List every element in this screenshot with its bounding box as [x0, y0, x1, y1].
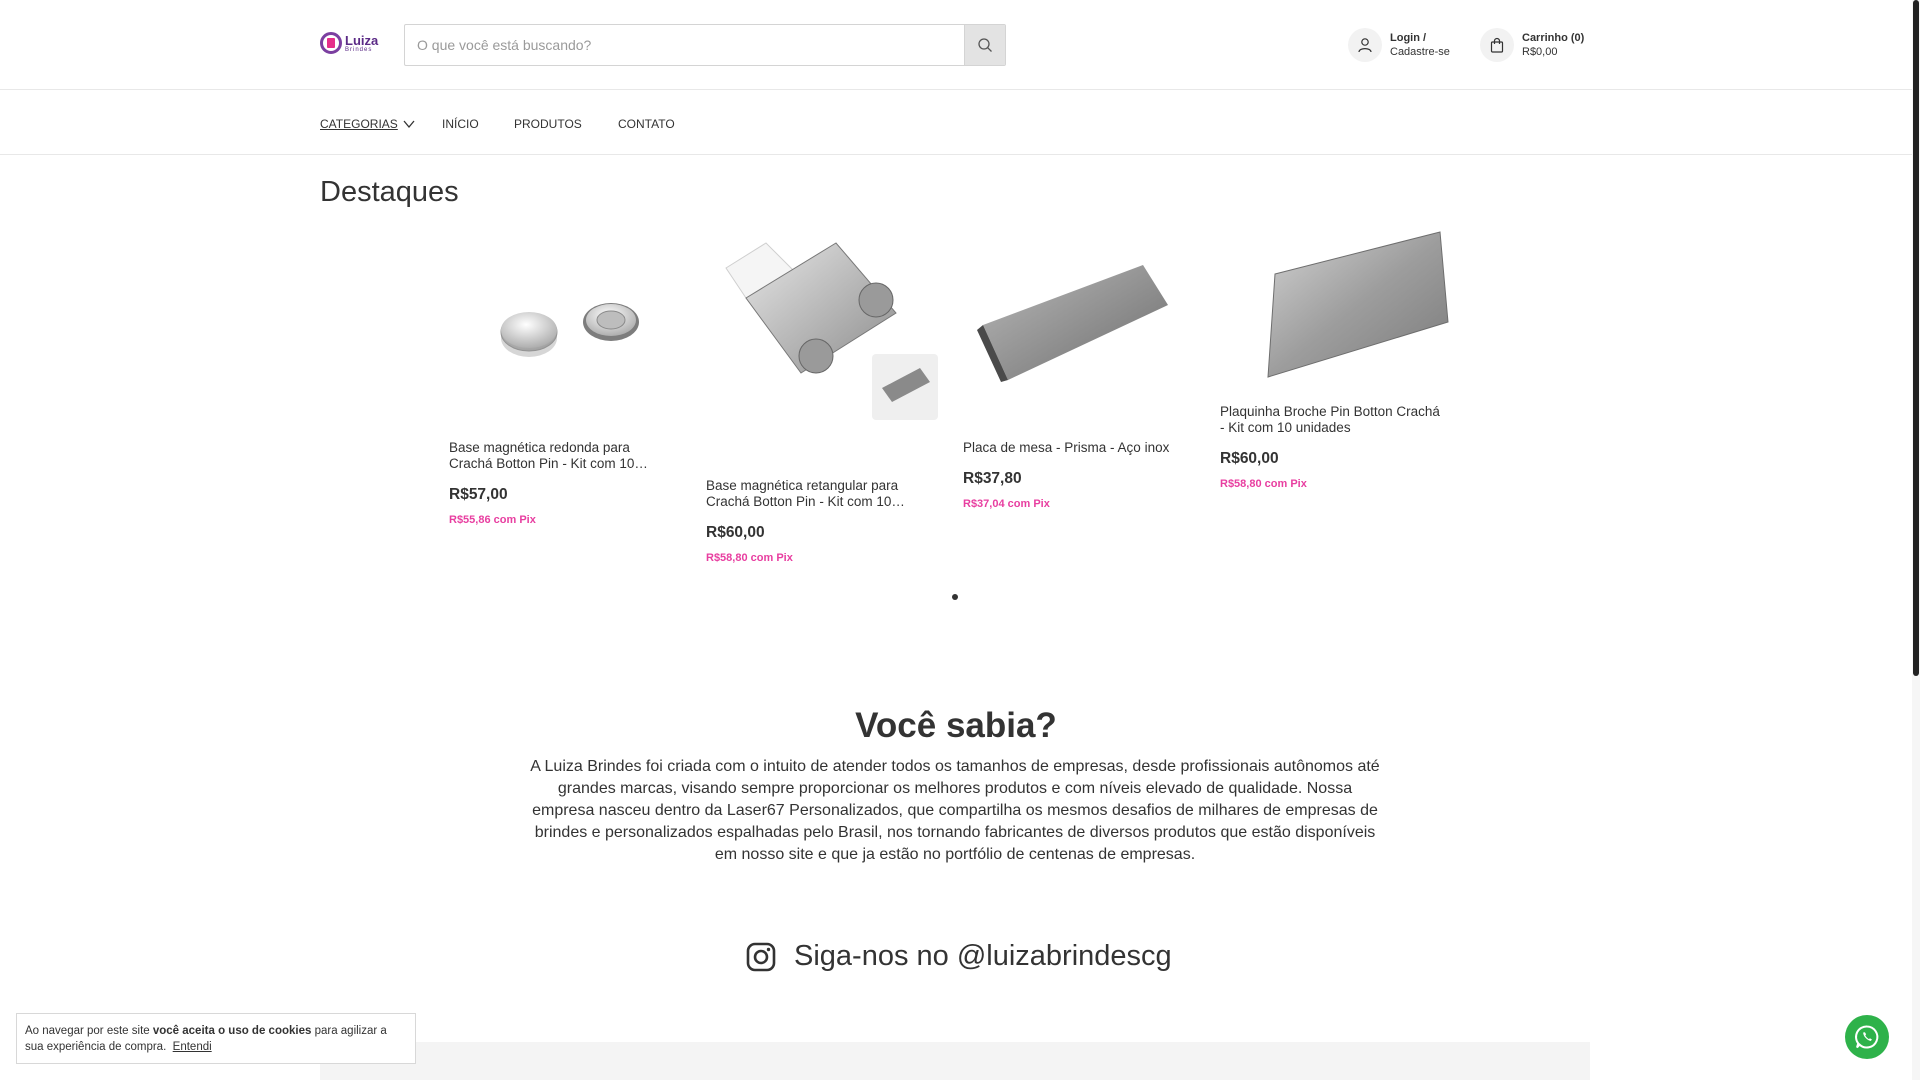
product-pix-price: R$58,80 com Pix — [706, 552, 793, 564]
search-bar — [404, 24, 1006, 66]
nav-home[interactable]: INÍCIO — [442, 117, 479, 131]
user-icon — [1348, 28, 1382, 62]
product-name[interactable]: Placa de mesa - Prisma - Aço inox — [963, 440, 1183, 456]
product-name[interactable]: Base magnética retangular para Crachá Bo… — [706, 478, 926, 510]
product-name[interactable]: Plaquinha Broche Pin Botton Crachá - Kit… — [1220, 404, 1440, 436]
product-card[interactable]: Placa de mesa - Prisma - Aço inox R$37,8… — [963, 240, 1203, 510]
chevron-down-icon — [403, 120, 415, 129]
search-button[interactable] — [964, 25, 1005, 65]
product-price: R$37,80 — [963, 470, 1022, 487]
cookie-accept-link[interactable]: Entendi — [173, 1041, 212, 1053]
cookie-text-bold: você aceita o uso de cookies — [152, 1025, 312, 1037]
product-image[interactable] — [706, 238, 946, 478]
featured-title: Destaques — [320, 176, 459, 208]
scrollbar-thumb[interactable] — [1913, 0, 1919, 676]
site-header: Luiza Brindes Login / Cadastre-se — [0, 0, 1912, 90]
cart-link[interactable]: Carrinho (0) R$0,00 — [1480, 28, 1584, 62]
about-title: Você sabia? — [855, 706, 1057, 745]
cart-count: Carrinho (0) — [1522, 32, 1585, 44]
page-scrollbar[interactable] — [1912, 0, 1920, 1080]
product-price: R$60,00 — [1220, 450, 1279, 467]
whatsapp-button[interactable] — [1845, 1015, 1889, 1059]
cookie-banner: Ao navegar por este site você aceita o u… — [16, 1013, 416, 1064]
logo-name: Luiza — [345, 32, 379, 48]
search-icon — [978, 38, 992, 52]
cookie-text-prefix: Ao navegar por este site — [25, 1025, 153, 1037]
shopping-bag-icon — [1480, 28, 1514, 62]
login-label: Login / — [1390, 32, 1427, 44]
about-text: A Luiza Brindes foi criada com o intuito… — [530, 758, 1380, 863]
login-link[interactable]: Login / Cadastre-se — [1348, 28, 1450, 62]
product-price: R$60,00 — [706, 524, 765, 541]
product-card[interactable]: Plaquinha Broche Pin Botton Crachá - Kit… — [1220, 222, 1460, 490]
cart-total: R$0,00 — [1522, 46, 1558, 58]
nav-products[interactable]: PRODUTOS — [514, 117, 582, 131]
nav-contact[interactable]: CONTATO — [618, 117, 675, 131]
product-image[interactable] — [449, 240, 689, 440]
logo-subtitle: Brindes — [345, 46, 373, 53]
instagram-label: Siga-nos no @luizabrindescg — [794, 940, 1172, 972]
whatsapp-icon — [1855, 1025, 1879, 1049]
nav-categories[interactable]: CATEGORIAS — [320, 117, 416, 131]
product-card[interactable]: Base magnética retangular para Crachá Bo… — [706, 238, 946, 564]
product-price: R$57,00 — [449, 486, 508, 503]
product-image[interactable] — [963, 240, 1203, 440]
product-pix-price: R$58,80 com Pix — [1220, 478, 1307, 490]
instagram-icon — [746, 942, 776, 971]
product-name[interactable]: Base magnética redonda para Crachá Botto… — [449, 440, 669, 472]
search-input[interactable] — [405, 25, 964, 65]
product-pix-price: R$55,86 com Pix — [449, 514, 536, 526]
signup-label: Cadastre-se — [1390, 46, 1450, 58]
site-logo[interactable]: Luiza Brindes — [320, 30, 380, 56]
main-nav: CATEGORIAS INÍCIO PRODUTOS CONTATO — [0, 91, 1912, 155]
nav-categories-label: CATEGORIAS — [320, 117, 398, 131]
instagram-link[interactable]: Siga-nos no @luizabrindescg — [746, 940, 1172, 973]
carousel-dot[interactable] — [952, 594, 958, 600]
product-image[interactable] — [1220, 222, 1460, 404]
footer-bar — [320, 1042, 1590, 1080]
product-pix-price: R$37,04 com Pix — [963, 498, 1050, 510]
logo-mark-icon — [320, 32, 342, 54]
product-card[interactable]: Base magnética redonda para Crachá Botto… — [449, 240, 689, 526]
